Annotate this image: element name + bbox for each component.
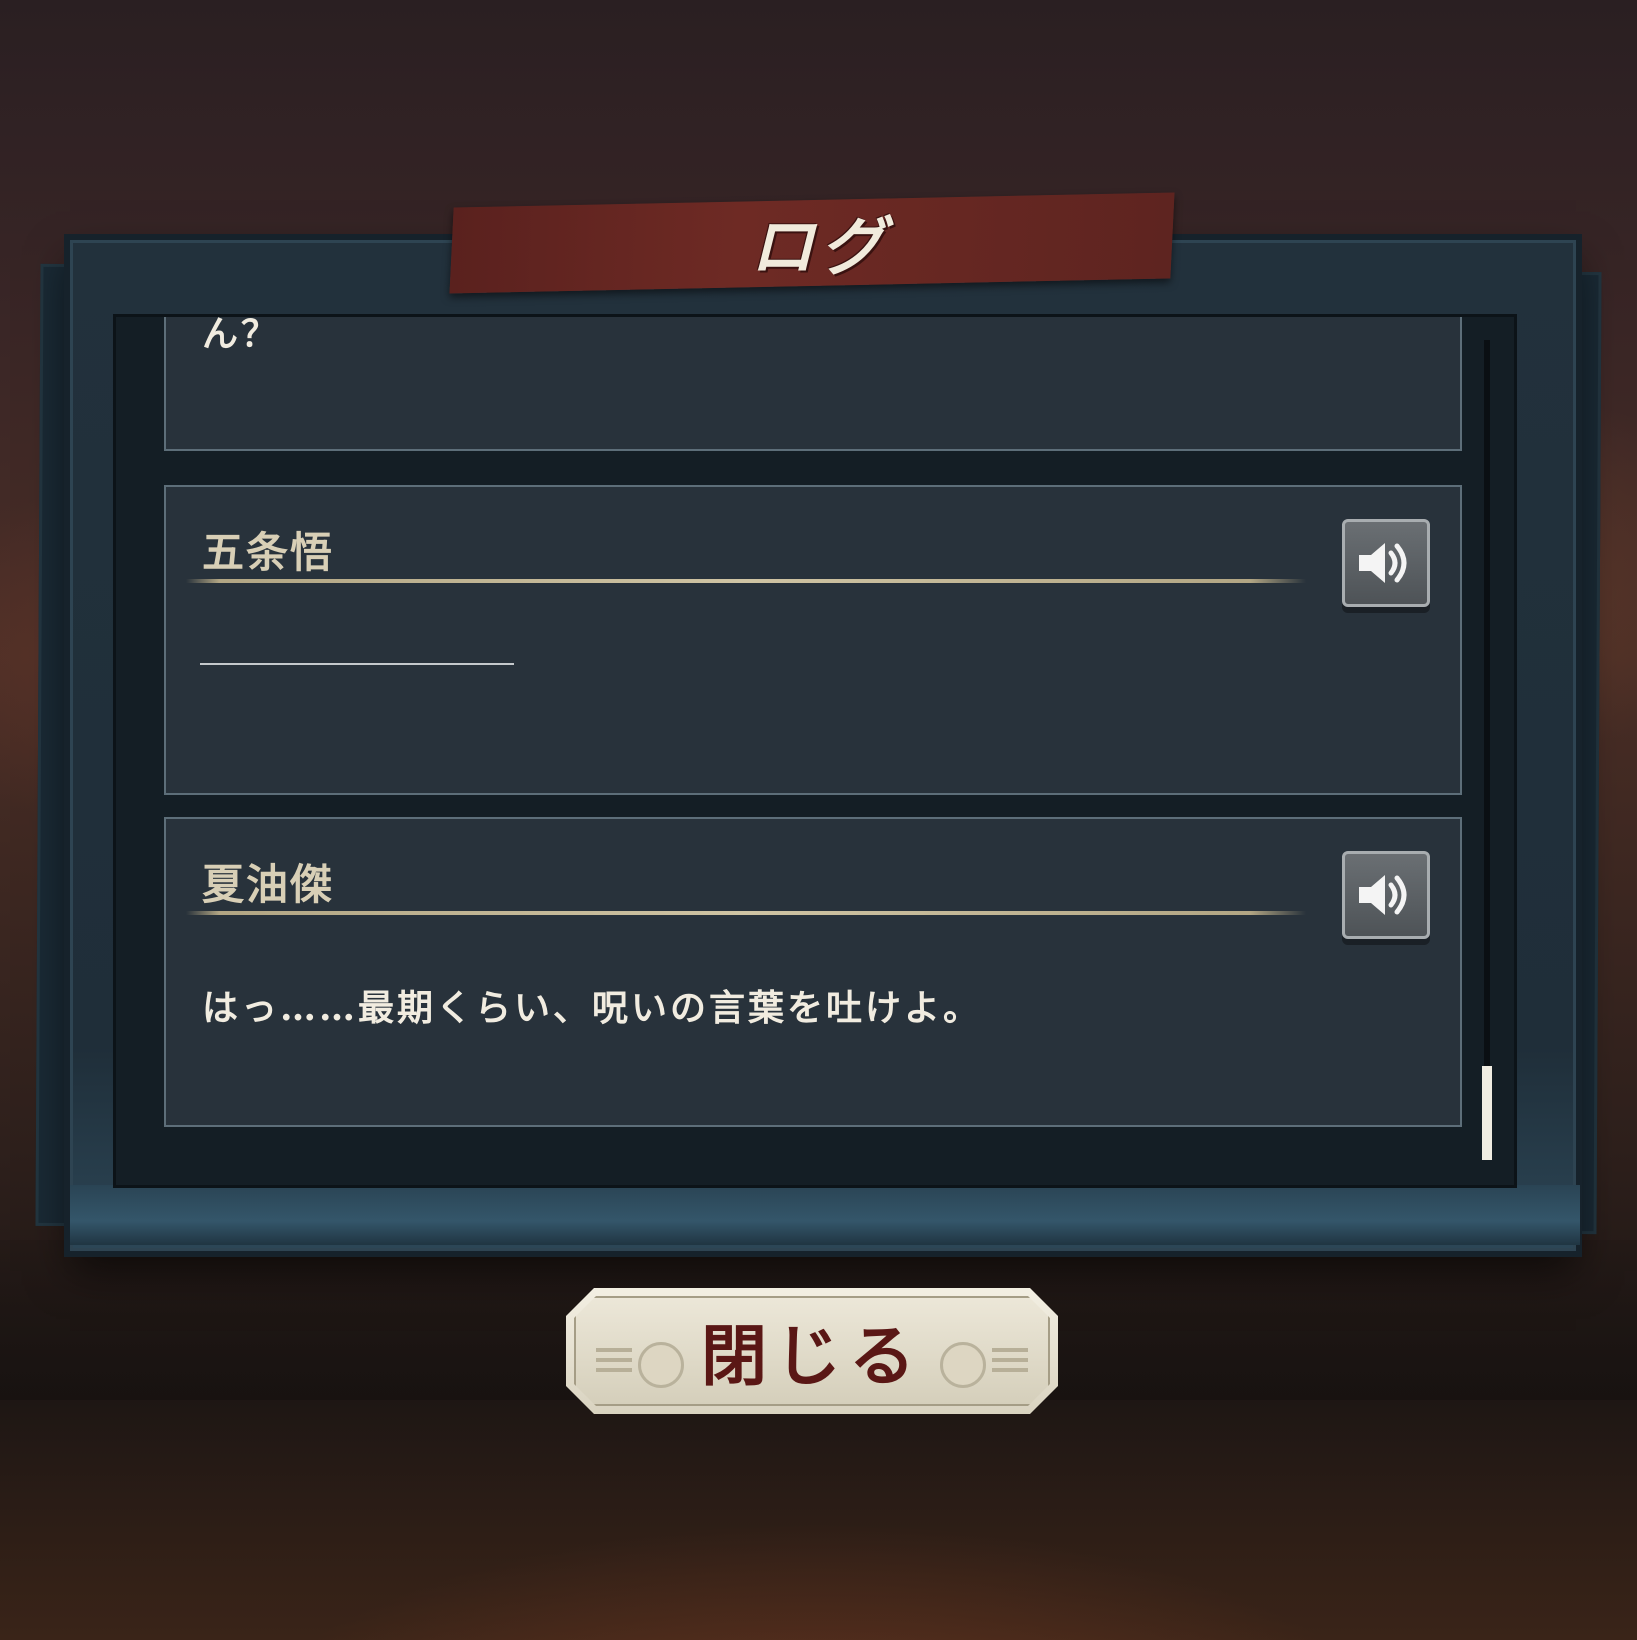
ornament-circle-icon (940, 1342, 986, 1388)
dialogue-text: はっ……最期くらい、呪いの言葉を吐けよ。 (202, 987, 983, 1029)
name-underline (186, 911, 1306, 915)
dialogue-text-placeholder-line (200, 663, 514, 665)
log-entry: ん？ (164, 314, 1462, 451)
scrollbar-thumb[interactable] (1482, 1066, 1492, 1160)
voice-replay-button[interactable] (1342, 519, 1430, 607)
log-entry: 夏油傑 はっ……最期くらい、呪いの言葉を吐けよ。 (164, 817, 1462, 1127)
ornament-icon (596, 1348, 632, 1378)
scrollbar-track[interactable] (1484, 340, 1490, 1158)
window-title: ログ (750, 210, 890, 285)
name-underline (186, 579, 1306, 583)
speaker-icon (1359, 875, 1407, 915)
close-button-label: 閉じる (701, 1317, 923, 1395)
ornament-circle-icon (638, 1342, 684, 1388)
close-button[interactable]: 閉じる (566, 1288, 1058, 1414)
log-list[interactable]: ん？ 五条悟 夏油傑 はっ……最期くらい、呪いの言葉を吐けよ。 (113, 314, 1517, 1188)
log-entry: 五条悟 (164, 485, 1462, 795)
dialogue-text: ん？ (202, 314, 281, 355)
speaker-icon (1359, 543, 1407, 583)
frame-bottom-border (70, 1185, 1580, 1245)
voice-replay-button[interactable] (1342, 851, 1430, 939)
ornament-icon (992, 1348, 1028, 1378)
speaker-name: 五条悟 (202, 528, 335, 577)
speaker-name: 夏油傑 (202, 860, 335, 909)
